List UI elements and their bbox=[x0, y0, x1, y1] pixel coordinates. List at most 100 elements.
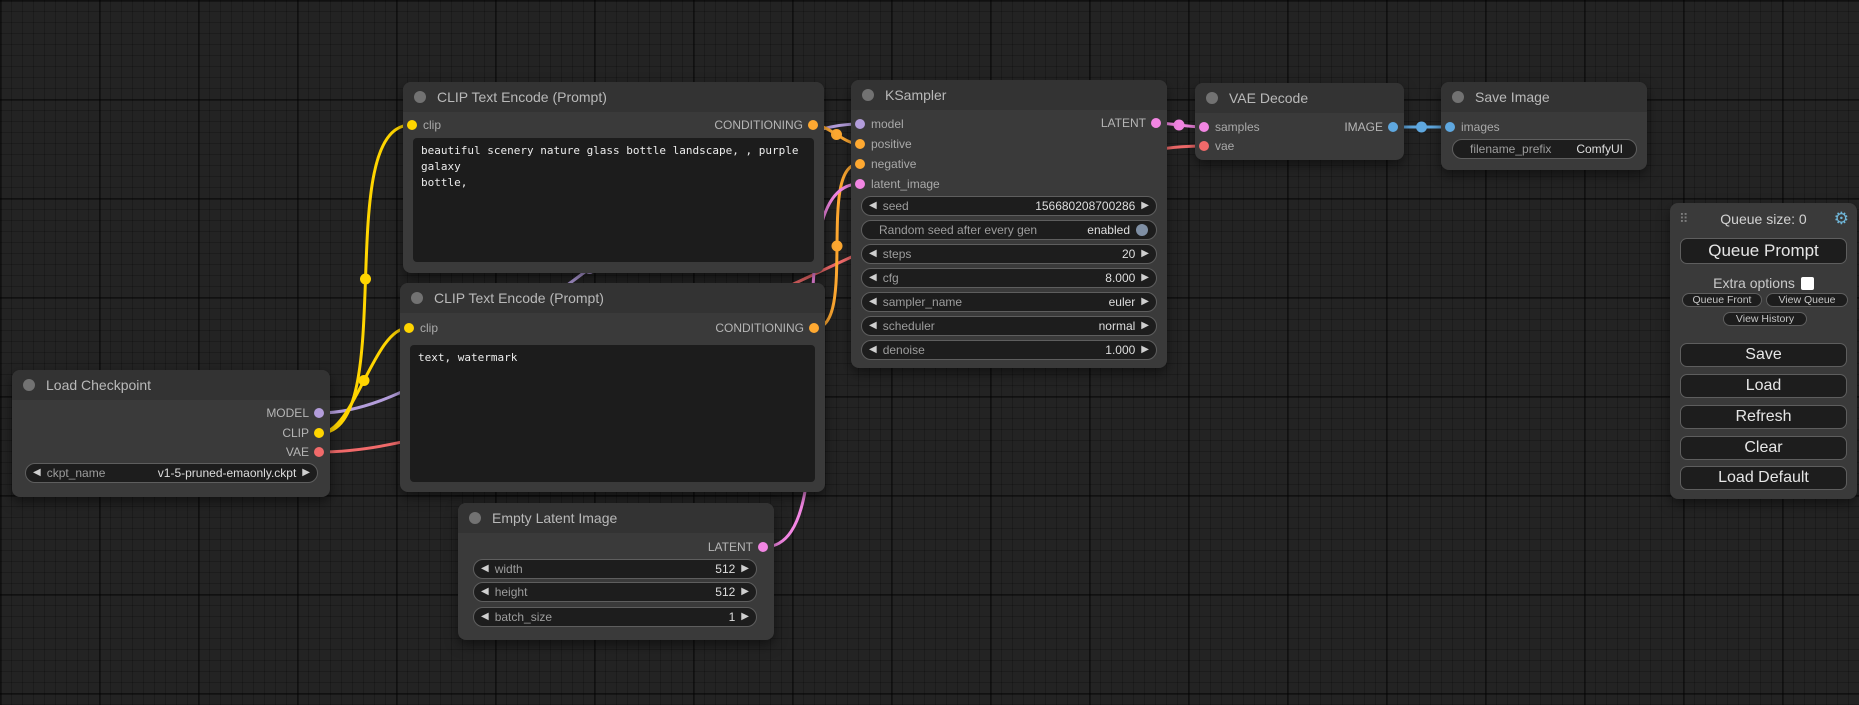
refresh-button[interactable]: Refresh bbox=[1680, 405, 1847, 429]
node-clip-text-encode-positive[interactable]: CLIP Text Encode (Prompt) clip CONDITION… bbox=[403, 82, 824, 273]
widget-sampler-name[interactable]: ◀ sampler_name euler ▶ bbox=[861, 292, 1157, 312]
node-save-image[interactable]: Save Image images filename_prefix ComfyU… bbox=[1441, 82, 1647, 170]
collapse-dot-icon[interactable] bbox=[23, 379, 35, 391]
node-vae-decode[interactable]: VAE Decode samples vae IMAGE bbox=[1195, 83, 1404, 160]
next-arrow-icon[interactable]: ▶ bbox=[741, 582, 749, 602]
next-arrow-icon[interactable]: ▶ bbox=[1141, 316, 1149, 336]
output-port-latent: LATENT bbox=[1101, 113, 1167, 133]
view-queue-button[interactable]: View Queue bbox=[1766, 293, 1848, 307]
widget-denoise[interactable]: ◀ denoise 1.000 ▶ bbox=[861, 340, 1157, 360]
positive-prompt-textarea[interactable]: beautiful scenery nature glass bottle la… bbox=[413, 138, 814, 262]
next-arrow-icon[interactable]: ▶ bbox=[741, 607, 749, 627]
collapse-dot-icon[interactable] bbox=[469, 512, 481, 524]
node-title-label: CLIP Text Encode (Prompt) bbox=[437, 89, 607, 105]
clear-button[interactable]: Clear bbox=[1680, 436, 1847, 460]
latent-port-icon[interactable] bbox=[855, 179, 865, 189]
collapse-dot-icon[interactable] bbox=[414, 91, 426, 103]
prev-arrow-icon[interactable]: ◀ bbox=[869, 316, 877, 336]
widget-filename-prefix[interactable]: filename_prefix ComfyUI bbox=[1452, 139, 1637, 159]
next-arrow-icon[interactable]: ▶ bbox=[302, 463, 310, 483]
drag-handle-icon[interactable]: ⠿ bbox=[1679, 203, 1689, 235]
prev-arrow-icon[interactable]: ◀ bbox=[869, 292, 877, 312]
load-button[interactable]: Load bbox=[1680, 374, 1847, 398]
input-port-clip: clip bbox=[400, 318, 438, 338]
prev-arrow-icon[interactable]: ◀ bbox=[481, 607, 489, 627]
widget-batch-size[interactable]: ◀ batch_size 1 ▶ bbox=[473, 607, 757, 627]
node-load-checkpoint[interactable]: Load Checkpoint MODEL CLIP VAE ◀ ckpt_na… bbox=[12, 370, 330, 497]
widget-ckpt-name[interactable]: ◀ ckpt_name v1-5-pruned-emaonly.ckpt ▶ bbox=[25, 463, 318, 483]
conditioning-port-icon[interactable] bbox=[855, 139, 865, 149]
prev-arrow-icon[interactable]: ◀ bbox=[869, 244, 877, 264]
widget-value: 1.000 bbox=[1105, 343, 1135, 357]
next-arrow-icon[interactable]: ▶ bbox=[1141, 268, 1149, 288]
clip-port-icon[interactable] bbox=[404, 323, 414, 333]
image-port-icon[interactable] bbox=[1445, 122, 1455, 132]
node-title-bar[interactable]: CLIP Text Encode (Prompt) bbox=[400, 283, 825, 313]
link-midpoint-cond-negative[interactable] bbox=[832, 241, 843, 252]
node-title-bar[interactable]: CLIP Text Encode (Prompt) bbox=[403, 82, 824, 112]
latent-port-icon[interactable] bbox=[758, 542, 768, 552]
conditioning-port-icon[interactable] bbox=[809, 323, 819, 333]
collapse-dot-icon[interactable] bbox=[862, 89, 874, 101]
prev-arrow-icon[interactable]: ◀ bbox=[869, 196, 877, 216]
prev-arrow-icon[interactable]: ◀ bbox=[481, 582, 489, 602]
conditioning-port-icon[interactable] bbox=[855, 159, 865, 169]
extra-options-checkbox[interactable] bbox=[1801, 277, 1814, 290]
image-port-icon[interactable] bbox=[1388, 122, 1398, 132]
next-arrow-icon[interactable]: ▶ bbox=[1141, 196, 1149, 216]
load-default-button[interactable]: Load Default bbox=[1680, 466, 1847, 490]
widget-scheduler[interactable]: ◀ scheduler normal ▶ bbox=[861, 316, 1157, 336]
collapse-dot-icon[interactable] bbox=[411, 292, 423, 304]
latent-port-icon[interactable] bbox=[1151, 118, 1161, 128]
widget-width[interactable]: ◀ width 512 ▶ bbox=[473, 559, 757, 579]
next-arrow-icon[interactable]: ▶ bbox=[741, 559, 749, 579]
clip-port-icon[interactable] bbox=[314, 428, 324, 438]
prev-arrow-icon[interactable]: ◀ bbox=[481, 559, 489, 579]
widget-cfg[interactable]: ◀ cfg 8.000 ▶ bbox=[861, 268, 1157, 288]
port-label: LATENT bbox=[708, 540, 753, 554]
queue-panel[interactable]: ⠿ Queue size: 0 ⚙ Queue Prompt Extra opt… bbox=[1670, 203, 1857, 499]
clip-port-icon[interactable] bbox=[407, 120, 417, 130]
widget-random-seed-toggle[interactable]: Random seed after every gen enabled bbox=[861, 220, 1157, 240]
collapse-dot-icon[interactable] bbox=[1452, 91, 1464, 103]
prev-arrow-icon[interactable]: ◀ bbox=[869, 340, 877, 360]
latent-port-icon[interactable] bbox=[1199, 122, 1209, 132]
widget-steps[interactable]: ◀ steps 20 ▶ bbox=[861, 244, 1157, 264]
node-clip-text-encode-negative[interactable]: CLIP Text Encode (Prompt) clip CONDITION… bbox=[400, 283, 825, 492]
next-arrow-icon[interactable]: ▶ bbox=[1141, 244, 1149, 264]
toggle-icon[interactable] bbox=[1136, 224, 1148, 236]
view-history-button[interactable]: View History bbox=[1723, 312, 1807, 326]
node-title-bar[interactable]: Save Image bbox=[1441, 82, 1647, 112]
node-title-bar[interactable]: VAE Decode bbox=[1195, 83, 1404, 113]
vae-port-icon[interactable] bbox=[1199, 141, 1209, 151]
link-midpoint-latent-out[interactable] bbox=[1174, 120, 1185, 131]
link-midpoint-clip-positive[interactable] bbox=[360, 274, 371, 285]
node-title-bar[interactable]: Empty Latent Image bbox=[458, 503, 774, 533]
prev-arrow-icon[interactable]: ◀ bbox=[869, 268, 877, 288]
settings-gear-icon[interactable]: ⚙ bbox=[1834, 203, 1849, 235]
prev-arrow-icon[interactable]: ◀ bbox=[33, 463, 41, 483]
next-arrow-icon[interactable]: ▶ bbox=[1141, 292, 1149, 312]
negative-prompt-textarea[interactable]: text, watermark bbox=[410, 345, 815, 482]
node-ksampler[interactable]: KSampler model positive negative latent_… bbox=[851, 80, 1167, 368]
queue-front-button[interactable]: Queue Front bbox=[1682, 293, 1762, 307]
link-midpoint-clip-negative[interactable] bbox=[359, 375, 370, 386]
widget-height[interactable]: ◀ height 512 ▶ bbox=[473, 582, 757, 602]
save-button[interactable]: Save bbox=[1680, 343, 1847, 367]
link-midpoint-image[interactable] bbox=[1416, 122, 1427, 133]
node-empty-latent-image[interactable]: Empty Latent Image LATENT ◀ width 512 ▶ … bbox=[458, 503, 774, 640]
link-midpoint-cond-positive[interactable] bbox=[831, 129, 842, 140]
node-title-bar[interactable]: KSampler bbox=[851, 80, 1167, 110]
port-label: vae bbox=[1215, 139, 1234, 153]
widget-seed[interactable]: ◀ seed 156680208700286 ▶ bbox=[861, 196, 1157, 216]
next-arrow-icon[interactable]: ▶ bbox=[1141, 340, 1149, 360]
model-port-icon[interactable] bbox=[855, 119, 865, 129]
conditioning-port-icon[interactable] bbox=[808, 120, 818, 130]
model-port-icon[interactable] bbox=[314, 408, 324, 418]
collapse-dot-icon[interactable] bbox=[1206, 92, 1218, 104]
widget-value: 20 bbox=[1122, 247, 1135, 261]
vae-port-icon[interactable] bbox=[314, 447, 324, 457]
node-graph-canvas[interactable]: Load Checkpoint MODEL CLIP VAE ◀ ckpt_na… bbox=[0, 0, 1859, 705]
node-title-bar[interactable]: Load Checkpoint bbox=[12, 370, 330, 400]
queue-prompt-button[interactable]: Queue Prompt bbox=[1680, 238, 1847, 264]
